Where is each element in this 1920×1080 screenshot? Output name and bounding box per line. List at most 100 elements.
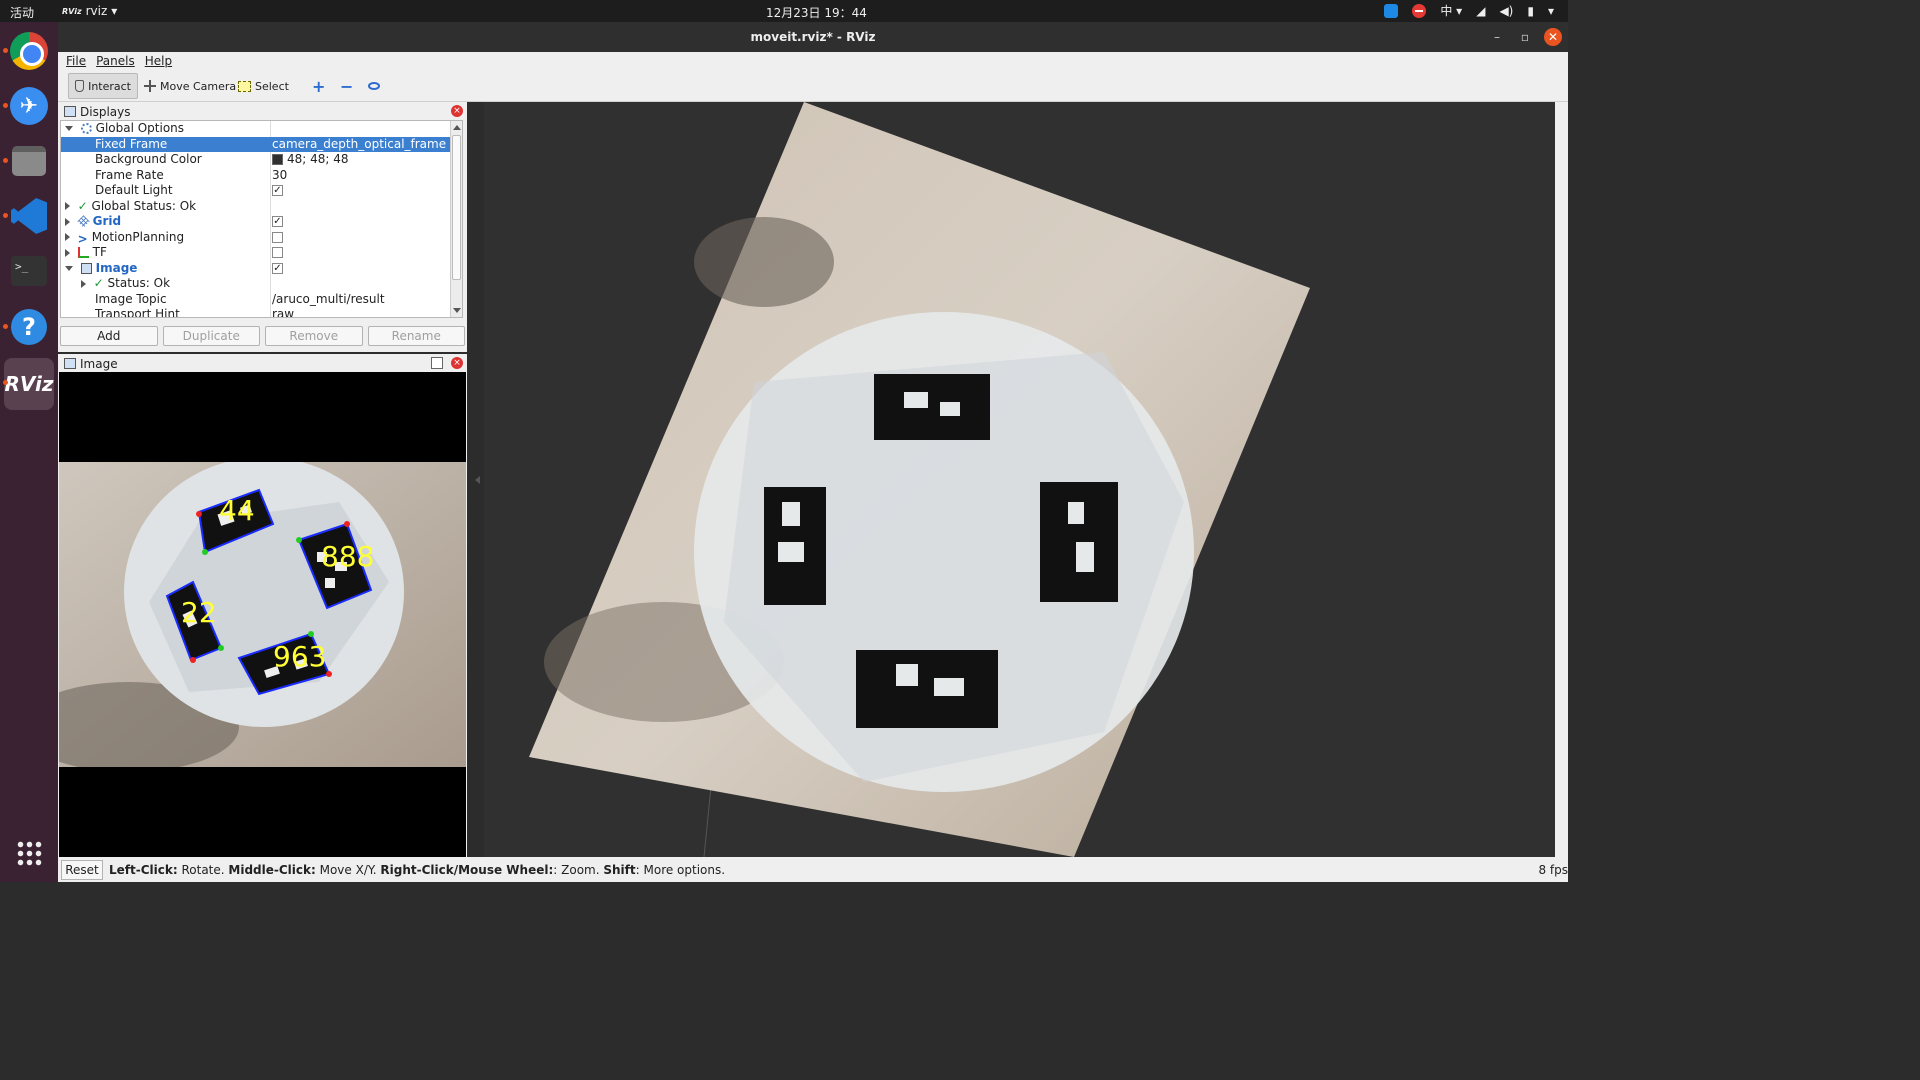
menu-panels[interactable]: Panels	[96, 54, 135, 68]
expand-arrow-icon[interactable]	[65, 217, 70, 226]
wifi-icon[interactable]: ◢	[1476, 4, 1485, 18]
collapse-arrow-icon[interactable]	[65, 265, 73, 271]
dock-help[interactable]: ?	[3, 306, 50, 348]
move-arrows-icon	[144, 80, 156, 92]
help-icon: ?	[11, 309, 47, 345]
reset-button[interactable]: Reset	[61, 859, 103, 880]
interact-label: Interact	[88, 79, 131, 93]
expand-arrow-icon[interactable]	[81, 279, 86, 288]
displays-header: Displays ×	[60, 103, 465, 120]
toolbar: Interact Move Camera Select + −	[58, 70, 1568, 102]
clock[interactable]: 12月23日 19：44	[766, 4, 867, 21]
remove-display-button[interactable]: Remove	[265, 326, 363, 346]
rename-display-button[interactable]: Rename	[367, 326, 465, 346]
remove-tool-button[interactable]: −	[334, 73, 359, 99]
menu-file[interactable]: File	[66, 54, 86, 68]
color-swatch[interactable]	[272, 154, 283, 165]
fixed-frame-value[interactable]: camera_depth_optical_frame	[272, 137, 452, 153]
tree-row-frame-rate[interactable]: Frame Rate 30	[61, 167, 462, 183]
3d-render-view[interactable]	[484, 102, 1555, 857]
dock-feishu[interactable]: ✈	[3, 85, 50, 127]
tree-row-default-light[interactable]: Default Light ✓	[61, 183, 462, 199]
select-tool[interactable]: Select	[232, 73, 295, 99]
app-menu[interactable]: RViz rviz ▾	[62, 4, 117, 18]
battery-icon[interactable]: ▮	[1527, 4, 1534, 18]
do-not-disturb-icon[interactable]	[1412, 3, 1427, 18]
show-applications-button[interactable]	[8, 832, 50, 874]
tree-row-transport-hint[interactable]: Transport Hint raw	[61, 307, 462, 317]
marker-id-label: 22	[181, 596, 217, 629]
tf-checkbox[interactable]	[272, 247, 283, 258]
tree-row-image-topic[interactable]: Image Topic /aruco_multi/result	[61, 291, 462, 308]
motion-planning-checkbox[interactable]	[272, 231, 283, 243]
right-dock-strip	[1555, 102, 1568, 857]
point-cloud-marker-left	[764, 487, 826, 605]
close-panel-button[interactable]: ×	[451, 105, 463, 117]
tree-row-background-color[interactable]: Background Color 48; 48; 48	[61, 152, 462, 168]
tree-row-image-status[interactable]: ✓ Status: Ok	[61, 276, 462, 292]
duplicate-display-button[interactable]: Duplicate	[162, 326, 260, 346]
dock-files[interactable]	[3, 140, 50, 182]
expand-arrow-icon[interactable]	[65, 233, 70, 241]
scroll-up-arrow-icon[interactable]	[453, 125, 461, 130]
rviz-icon: RViz	[4, 358, 54, 410]
vscode-icon	[11, 198, 47, 234]
default-light-checkbox[interactable]: ✓	[272, 185, 283, 196]
files-icon	[12, 146, 46, 176]
displays-tree[interactable]: Global Options Fixed Frame camera_depth_…	[60, 120, 463, 318]
maximize-button[interactable]: ▫	[1516, 28, 1534, 46]
collapse-arrow-icon[interactable]	[65, 126, 73, 131]
input-method-indicator[interactable]: 中 ▾	[1440, 2, 1462, 19]
close-button[interactable]: ✕	[1544, 28, 1562, 46]
image-checkbox[interactable]: ✓	[272, 262, 283, 274]
dock-terminal[interactable]: >_	[8, 250, 50, 292]
scrollbar-thumb[interactable]	[452, 135, 461, 280]
add-tool-button[interactable]: +	[306, 73, 331, 99]
dock-rviz[interactable]: RViz	[3, 358, 54, 410]
menu-help[interactable]: Help	[145, 54, 172, 68]
add-display-button[interactable]: Add	[60, 326, 158, 346]
selection-box-icon	[238, 80, 251, 92]
displays-title: Displays	[80, 104, 131, 119]
displays-panel: Displays × Global Options Fixed Frame ca…	[58, 102, 467, 352]
collapse-left-arrow-icon[interactable]	[475, 476, 480, 484]
expand-arrow-icon[interactable]	[65, 202, 70, 210]
scroll-down-arrow-icon[interactable]	[453, 308, 461, 313]
view-options-button[interactable]	[362, 73, 386, 99]
rviz-small-logo: RViz	[62, 6, 82, 16]
tree-row-fixed-frame[interactable]: Fixed Frame camera_depth_optical_frame	[61, 136, 462, 153]
volume-icon[interactable]: ◀)	[1499, 4, 1513, 18]
dock-vscode[interactable]	[3, 195, 50, 237]
tree-row-motion-planning[interactable]: > MotionPlanning	[61, 229, 462, 246]
expand-arrow-icon[interactable]	[65, 248, 70, 257]
task-badge-icon[interactable]	[1384, 3, 1399, 18]
tree-row-global-options[interactable]: Global Options	[61, 121, 462, 137]
tree-row-image[interactable]: Image ✓	[61, 260, 462, 276]
displays-scrollbar[interactable]	[450, 121, 462, 317]
power-menu-icon[interactable]: ▾	[1548, 4, 1554, 18]
grid-icon	[76, 215, 90, 228]
interact-tool[interactable]: Interact	[68, 73, 138, 99]
activities-button[interactable]: 活动	[10, 4, 34, 21]
move-camera-tool[interactable]: Move Camera	[138, 73, 242, 99]
camera-image-view[interactable]: 44 888 22 963	[59, 372, 466, 857]
close-panel-button[interactable]: ×	[451, 357, 463, 369]
tree-row-tf[interactable]: TF	[61, 245, 462, 261]
app-grid-icon	[16, 840, 42, 866]
motion-planning-icon: >	[77, 231, 88, 246]
hand-icon	[75, 80, 85, 92]
marker-id-label: 44	[219, 494, 255, 527]
dock: ✈ >_ ? RViz	[0, 22, 58, 882]
system-tray[interactable]: 中 ▾ ◢ ◀) ▮ ▾	[1384, 2, 1554, 19]
menu-bar: File Panels Help	[58, 52, 1568, 70]
image-topic-value[interactable]: /aruco_multi/result	[272, 292, 452, 308]
tree-row-global-status[interactable]: ✓ Global Status: Ok	[61, 198, 462, 214]
feishu-icon: ✈	[10, 87, 48, 125]
grid-checkbox[interactable]: ✓	[272, 216, 283, 227]
minimize-button[interactable]: –	[1488, 28, 1506, 46]
tree-row-grid[interactable]: Grid ✓	[61, 214, 462, 230]
float-panel-button[interactable]	[431, 357, 443, 369]
dock-chrome[interactable]	[3, 30, 50, 72]
move-camera-label: Move Camera	[160, 79, 237, 93]
aruco-camera-image: 44 888 22 963	[59, 462, 466, 767]
